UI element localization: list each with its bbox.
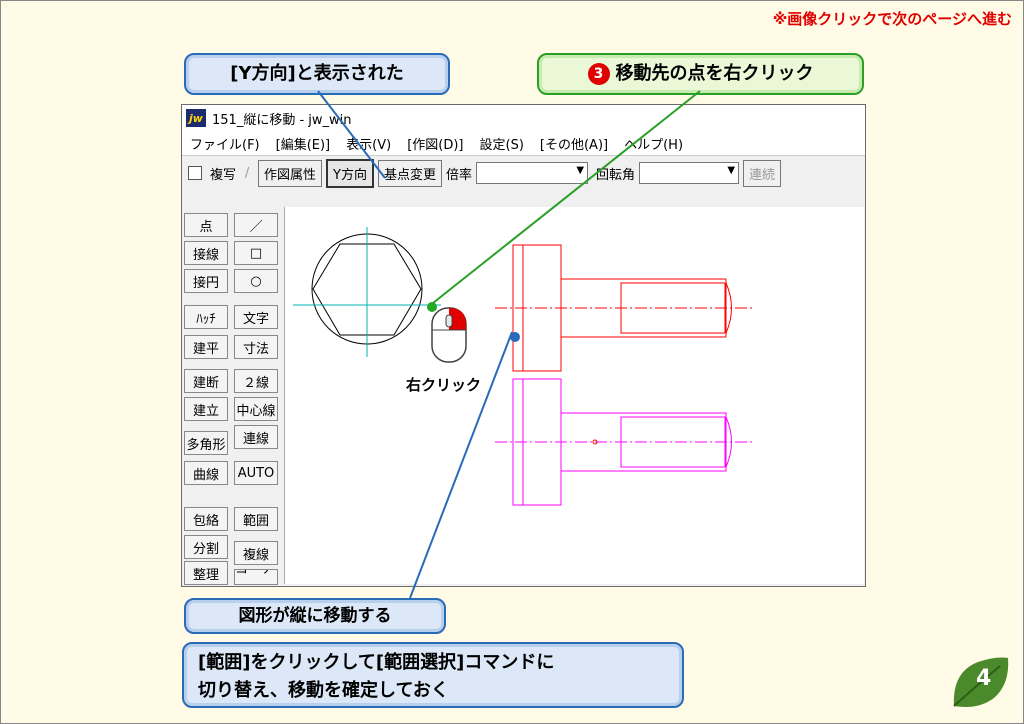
tool-arch-elevation[interactable]: 建立 [184,397,228,421]
callout-switch-line1: [範囲]をクリックして[範囲選択]コマンドに [198,652,555,673]
menu-other[interactable]: [その他(A)] [532,134,616,153]
tool-curve[interactable]: 曲線 [184,461,228,485]
callout-step-3-text: 移動先の点を右クリック [615,63,814,84]
next-page-note[interactable]: ※画像クリックで次のページへ進む [773,8,1012,29]
rotate-dropdown[interactable] [639,162,740,184]
copy-label: 複写 [210,167,237,183]
tool-connected-line[interactable]: 連線 [234,425,278,449]
y-direction-button[interactable]: Y方向 [326,158,374,188]
scale-dropdown[interactable] [476,162,589,184]
base-point-change-button[interactable]: 基点変更 [377,159,442,187]
right-click-label: 右クリック [406,376,482,394]
menu-help[interactable]: ヘルプ(H) [616,134,691,153]
tool-divide[interactable]: 分割 [184,535,228,559]
jw-win-window: jw 151_縦に移動 - jw_win ファイル(F) [編集(E)] 表示(… [181,104,866,587]
tool-envelope[interactable]: 包絡 [184,507,228,531]
menu-draw[interactable]: [作図(D)] [399,134,471,153]
tool-arch-plan[interactable]: 建平 [184,335,228,359]
page-number-leaf: 4 [948,654,1012,710]
tool-text[interactable]: 文字 [234,305,278,329]
title-bar: jw 151_縦に移動 - jw_win [182,105,865,131]
callout-switch-line2: 切り替え、移動を確定しておく [198,680,449,701]
step-number-badge: 3 [587,63,610,85]
tool-tangent[interactable]: 接線 [184,241,228,265]
tool-options-bar: 複写 / 作図属性 Y方向 基点変更 倍率 回転角 連続 [182,155,865,190]
menu-bar: ファイル(F) [編集(E)] 表示(V) [作図(D)] 設定(S) [その他… [182,131,865,155]
menu-settings[interactable]: 設定(S) [472,134,532,153]
destination-point-marker [510,332,520,342]
scale-label: 倍率 [446,167,473,183]
slash-button[interactable]: / [240,166,254,181]
callout-switch-range: [範囲]をクリックして[範囲選択]コマンドに 切り替え、移動を確定しておく [182,642,684,708]
tool-dimension[interactable]: 寸法 [234,335,278,359]
tool-line[interactable]: ／ [234,213,278,237]
callout-step-3: 3 移動先の点を右クリック [537,53,864,95]
tool-arch-section[interactable]: 建断 [184,369,228,393]
rotate-label: 回転角 [596,167,636,183]
tool-rectangle[interactable]: □ [234,241,278,265]
drawing-svg [293,227,753,506]
menu-file[interactable]: ファイル(F) [182,134,268,153]
left-tool-palette: 点 ／ 接線 □ 接円 ○ ﾊｯﾁ 文字 建平 寸法 建断 ２線 建立 中心線 … [184,213,280,585]
page-number: 4 [976,666,992,691]
tool-center-line[interactable]: 中心線 [234,397,278,421]
tool-double-line[interactable]: ２線 [234,369,278,393]
tool-offset-line[interactable]: 複線 [234,541,278,565]
tool-auto[interactable]: AUTO [234,461,278,485]
tool-tangent-circle[interactable]: 接円 [184,269,228,293]
tool-hatch[interactable]: ﾊｯﾁ [184,305,228,329]
tool-corner[interactable]: コーナー [234,569,278,585]
callout-y-direction: [Y方向]と表示された [184,53,450,95]
drawing-canvas[interactable] [284,207,864,584]
tool-polygon[interactable]: 多角形 [184,431,228,455]
tool-point[interactable]: 点 [184,213,228,237]
tool-circle[interactable]: ○ [234,269,278,293]
draw-attr-button[interactable]: 作図属性 [258,159,323,187]
menu-edit[interactable]: [編集(E)] [268,134,339,153]
tool-range[interactable]: 範囲 [234,507,278,531]
continuous-button[interactable]: 連続 [743,159,782,187]
mouse-right-click-icon [431,307,467,363]
jw-app-icon: jw [186,109,206,127]
callout-figure-moves: 図形が縦に移動する [184,598,446,634]
callout-y-direction-text: [Y方向]と表示された [230,63,404,84]
callout-figure-moves-text: 図形が縦に移動する [238,606,392,626]
tool-cleanup[interactable]: 整理 [184,561,228,585]
copy-checkbox[interactable] [188,166,202,180]
window-title: 151_縦に移動 - jw_win [212,112,352,128]
menu-view[interactable]: 表示(V) [338,134,399,153]
